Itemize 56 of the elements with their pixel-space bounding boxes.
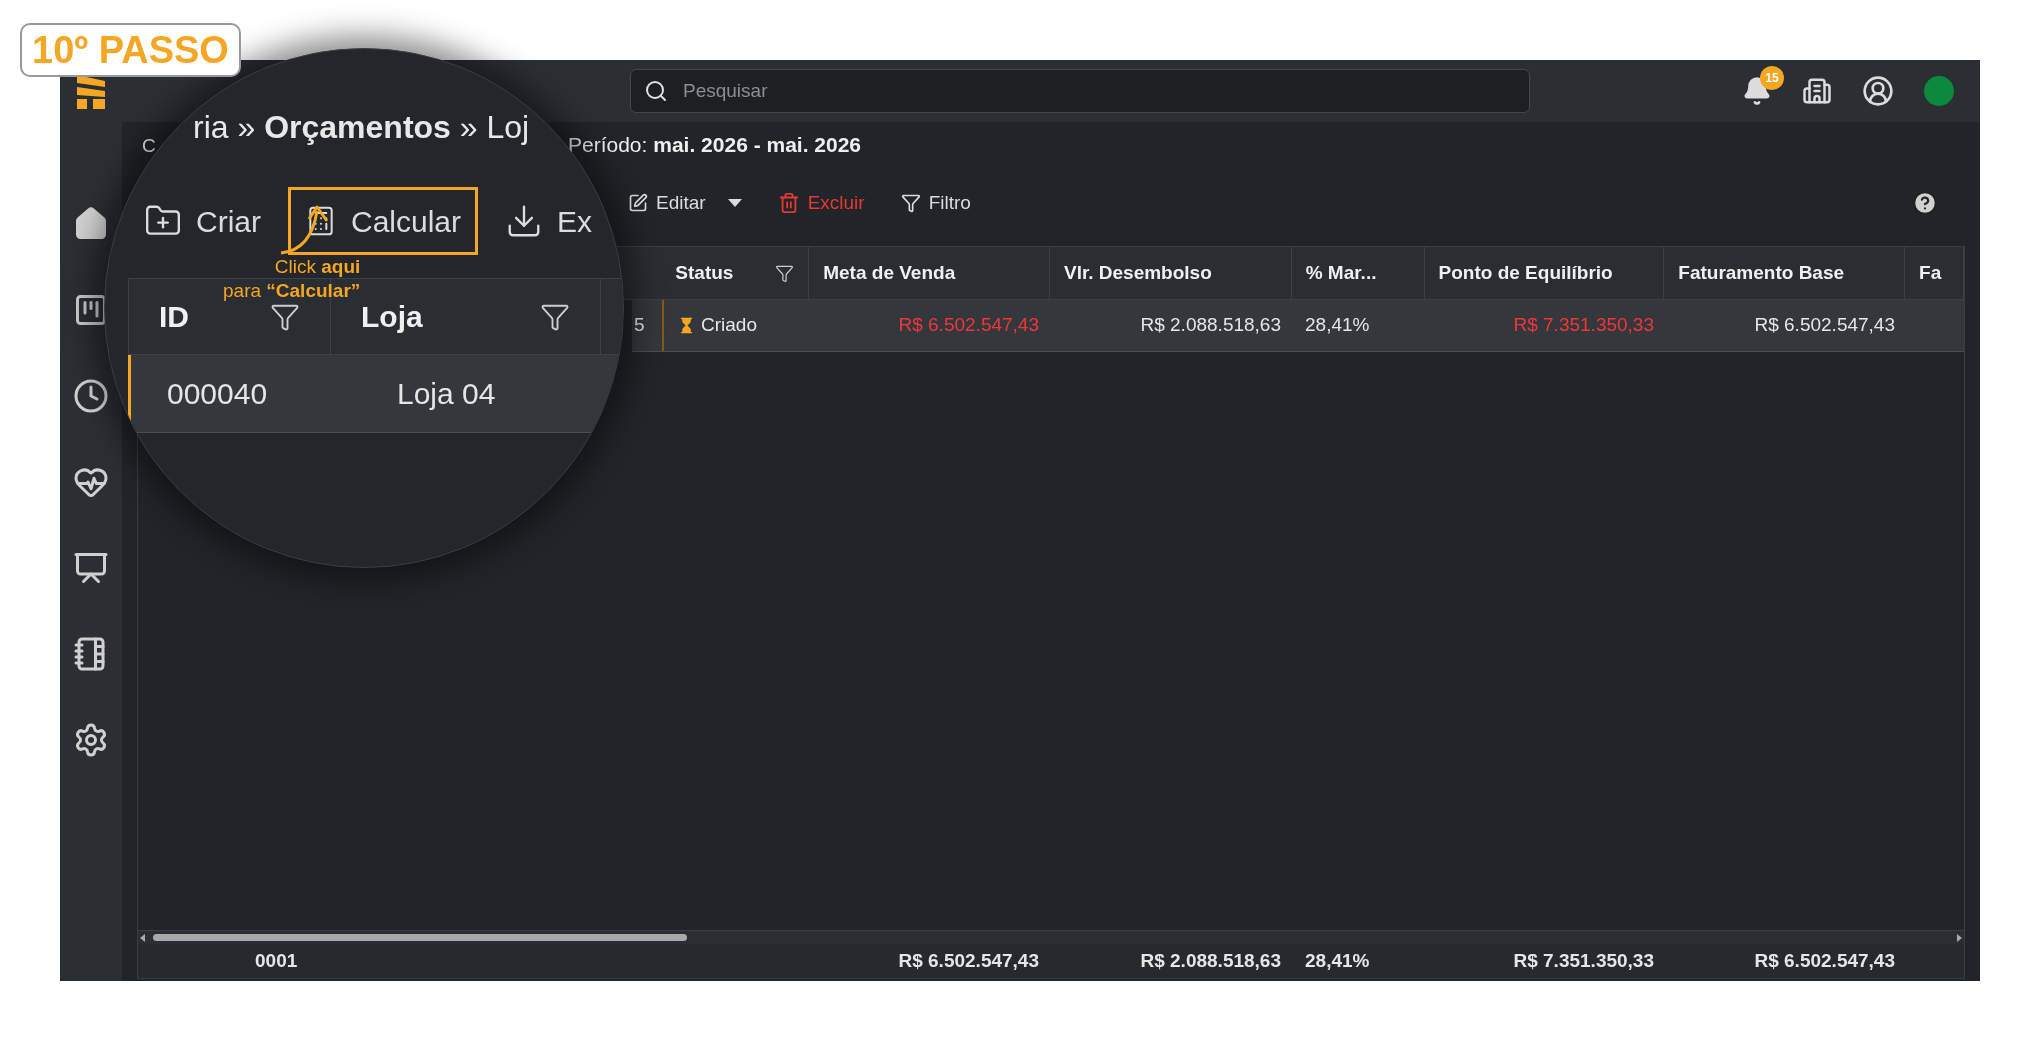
total-cell-text: R$ 6.502.547,43 [1754, 948, 1895, 973]
column-header: ID [159, 299, 189, 335]
column-header: Faturamento Base [1678, 260, 1845, 285]
user-icon[interactable] [1862, 75, 1894, 107]
table-cell-text: 28,41% [1305, 313, 1370, 338]
filter-button[interactable]: Filtro [900, 188, 971, 218]
table-cell-text: 000040 [167, 376, 268, 412]
callout-text: Click aqui [274, 255, 361, 279]
trash-icon [777, 192, 800, 214]
breadcrumb: ria » Orçamentos » Loj [193, 111, 530, 143]
delete-button[interactable]: Excluir [777, 188, 865, 218]
total-cell-text: 28,41% [1305, 948, 1370, 973]
total-cell-text: R$ 6.502.547,43 [898, 948, 1039, 973]
table-cell-text: Criado [701, 313, 757, 338]
search-icon [644, 79, 668, 103]
column-header: Ponto de Equilíbrio [1438, 260, 1613, 285]
breadcrumb-fragment: C [142, 133, 157, 158]
column-header: Loja [361, 299, 423, 335]
calculate-button[interactable]: Calcular [288, 187, 479, 255]
scrollbar-thumb[interactable] [153, 934, 687, 941]
export-button[interactable]: Ex [500, 187, 598, 255]
filter-icon [900, 193, 921, 213]
column-header: Fa [1919, 260, 1942, 285]
column-header: % Mar... [1305, 260, 1377, 285]
table-cell-text: 5 [634, 313, 645, 338]
column-header: Vlr. Desembolso [1063, 260, 1212, 285]
row-count: 0001 [255, 949, 298, 971]
total-cell-text: R$ 7.351.350,33 [1513, 948, 1654, 973]
filter-icon[interactable] [775, 263, 795, 283]
caret-icon [727, 199, 742, 207]
column-header: Meta de Venda [823, 260, 956, 285]
period-label: Período: mai. 2026 - mai. 2026 [568, 131, 862, 158]
search-field[interactable]: Pesquisar [630, 69, 1530, 113]
create-button[interactable]: Criar [139, 187, 266, 255]
settings-icon[interactable] [73, 722, 109, 758]
callout-text: para “Calcular” [223, 279, 361, 303]
table-cell-text: R$ 6.502.547,43 [898, 313, 1039, 338]
clock-icon[interactable] [73, 378, 109, 414]
horizontal-scrollbar[interactable] [138, 930, 1964, 944]
column-header: Status [675, 260, 734, 285]
table-row[interactable]: 5 Criado R$ 6.502.547,43 R$ 2.088.518,63 28,41% R$ 7.351.350,33 R$ 6.502.547,43 [632, 300, 1964, 352]
total-cell-text: R$ 2.088.518,63 [1140, 948, 1281, 973]
building-icon[interactable] [1802, 76, 1832, 106]
table-cell-text: R$ 7.351.350,33 [1513, 313, 1654, 338]
table-cell-text: Loja 04 [397, 376, 496, 412]
notification-count: 15 [1760, 66, 1784, 90]
edit-button[interactable]: Editar [628, 188, 742, 218]
easel-icon[interactable] [73, 550, 109, 586]
curved-arrow [279, 205, 331, 257]
step-badge: 10º PASSO [20, 23, 241, 77]
hourglass-icon [678, 317, 695, 334]
edit-icon [628, 193, 648, 213]
table-cell-text: R$ 6.502.547,43 [1754, 313, 1895, 338]
help-icon[interactable] [1912, 190, 1938, 216]
table-cell-text: R$ 2.088.518,63 [1140, 313, 1281, 338]
home-icon[interactable] [73, 206, 109, 242]
